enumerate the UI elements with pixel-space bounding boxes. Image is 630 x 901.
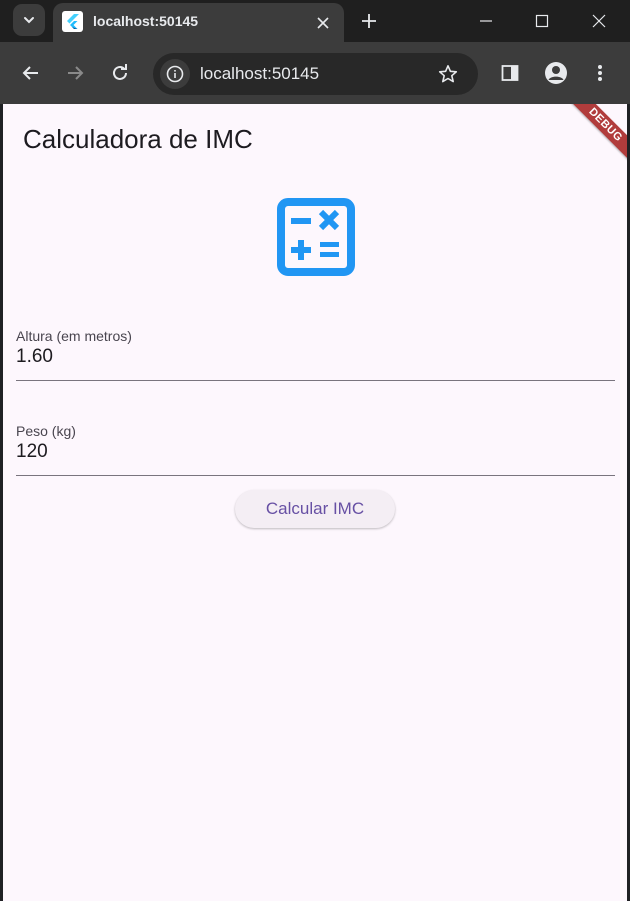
weight-field-underline	[16, 475, 615, 476]
tab-close-button[interactable]	[312, 12, 334, 34]
plus-icon	[362, 14, 376, 28]
page-title: Calculadora de IMC	[23, 124, 253, 154]
height-field-underline	[16, 380, 615, 381]
chevron-down-icon	[24, 17, 34, 24]
app-page: Calculadora de IMC DEBUG Altura (em metr…	[3, 104, 627, 901]
new-tab-button[interactable]	[356, 8, 382, 34]
menu-button[interactable]	[584, 57, 616, 89]
arrow-right-icon	[68, 66, 84, 80]
side-panel-button[interactable]	[494, 57, 526, 89]
arrow-left-icon	[22, 66, 38, 80]
reload-icon	[113, 64, 127, 80]
debug-banner-label: DEBUG	[552, 104, 627, 179]
height-field[interactable]: Altura (em metros) 1.60	[16, 328, 615, 383]
calculate-button[interactable]: Calcular IMC	[235, 490, 395, 528]
weight-field[interactable]: Peso (kg) 120	[16, 423, 615, 478]
calculator-icon	[277, 198, 355, 276]
close-icon	[592, 14, 606, 28]
flutter-logo-icon	[62, 11, 83, 32]
maximize-button[interactable]	[526, 8, 558, 34]
bookmark-button[interactable]	[433, 59, 463, 89]
avatar-icon	[545, 62, 567, 84]
star-icon	[438, 65, 458, 83]
minimize-icon	[480, 20, 492, 22]
height-field-label: Altura (em metros)	[16, 328, 132, 344]
weight-field-label: Peso (kg)	[16, 423, 76, 439]
profile-button[interactable]	[540, 57, 572, 89]
tab-search-button[interactable]	[13, 4, 45, 36]
close-window-button[interactable]	[583, 8, 615, 34]
browser-tab[interactable]: localhost:50145	[53, 3, 344, 42]
tab-strip: localhost:50145	[0, 0, 630, 42]
close-icon	[317, 17, 329, 29]
back-button[interactable]	[15, 57, 47, 89]
side-panel-icon	[501, 65, 519, 81]
address-bar[interactable]: localhost:50145	[153, 53, 478, 95]
browser-toolbar: localhost:50145	[0, 42, 630, 104]
tab-title: localhost:50145	[93, 13, 199, 29]
site-info-button[interactable]	[160, 59, 190, 89]
weight-field-value[interactable]: 120	[16, 441, 48, 463]
reload-button[interactable]	[104, 57, 136, 89]
forward-button[interactable]	[59, 57, 91, 89]
height-field-value[interactable]: 1.60	[16, 346, 53, 368]
info-icon	[166, 65, 184, 83]
minimize-button[interactable]	[470, 8, 502, 34]
more-vertical-icon	[598, 65, 602, 81]
maximize-icon	[535, 14, 549, 28]
url-text: localhost:50145	[200, 64, 320, 83]
